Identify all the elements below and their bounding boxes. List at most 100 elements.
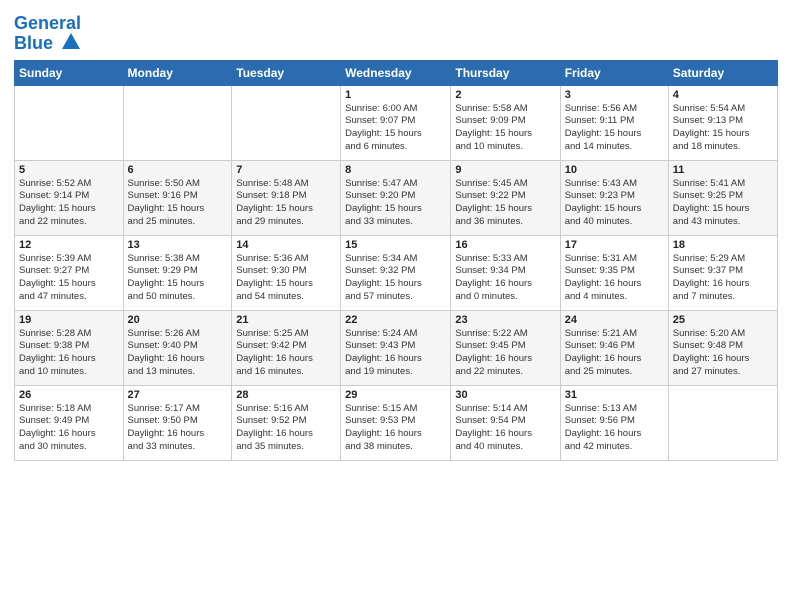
day-cell: [15, 85, 124, 160]
day-info: Sunrise: 5:14 AM Sunset: 9:54 PM Dayligh…: [455, 403, 555, 454]
day-cell: 9Sunrise: 5:45 AM Sunset: 9:22 PM Daylig…: [451, 160, 560, 235]
day-info: Sunrise: 5:18 AM Sunset: 9:49 PM Dayligh…: [19, 403, 119, 454]
day-info: Sunrise: 5:31 AM Sunset: 9:35 PM Dayligh…: [565, 253, 664, 304]
day-cell: 7 Sunrise: 5:48 AM Sunset: 9:18 PM Daylig…: [232, 160, 341, 235]
week-row-1: 5 Sunrise: 5:52 AM Sunset: 9:14 PM Daylig…: [15, 160, 778, 235]
day-info: Sunrise: 5:34 AM Sunset: 9:32 PM Dayligh…: [345, 253, 446, 304]
day-number: 31: [565, 389, 664, 401]
day-number: 20: [128, 314, 228, 326]
day-cell: 19 Sunrise: 5:28 AM Sunset: 9:38 PM Dayli…: [15, 310, 124, 385]
day-cell: 22 Sunrise: 5:24 AM Sunset: 9:43 PM Dayli…: [341, 310, 451, 385]
day-info: Sunrise: 5:36 AM Sunset: 9:30 PM Dayligh…: [236, 253, 336, 304]
day-number: 7: [236, 164, 336, 176]
day-number: 26: [19, 389, 119, 401]
day-number: 11: [673, 164, 773, 176]
day-info: Sunrise: 5:50 AM Sunset: 9:16 PM Dayligh…: [128, 178, 228, 229]
day-cell: 2Sunrise: 5:58 AM Sunset: 9:09 PM Daylig…: [451, 85, 560, 160]
day-number: 1: [345, 89, 446, 101]
day-cell: 5 Sunrise: 5:52 AM Sunset: 9:14 PM Daylig…: [15, 160, 124, 235]
day-info: Sunrise: 5:47 AM Sunset: 9:20 PM Dayligh…: [345, 178, 446, 229]
day-info: Sunrise: 5:29 AM Sunset: 9:37 PM Dayligh…: [673, 253, 773, 304]
day-cell: 6 Sunrise: 5:50 AM Sunset: 9:16 PM Daylig…: [123, 160, 232, 235]
day-info: Sunrise: 5:48 AM Sunset: 9:18 PM Dayligh…: [236, 178, 336, 229]
calendar-header-row: SundayMondayTuesdayWednesdayThursdayFrid…: [15, 60, 778, 85]
day-cell: 12 Sunrise: 5:39 AM Sunset: 9:27 PM Dayli…: [15, 235, 124, 310]
day-number: 30: [455, 389, 555, 401]
day-cell: 23 Sunrise: 5:22 AM Sunset: 9:45 PM Dayli…: [451, 310, 560, 385]
day-cell: 10 Sunrise: 5:43 AM Sunset: 9:23 PM Dayli…: [560, 160, 668, 235]
day-number: 18: [673, 239, 773, 251]
day-cell: 25Sunrise: 5:20 AM Sunset: 9:48 PM Dayli…: [668, 310, 777, 385]
day-cell: 28 Sunrise: 5:16 AM Sunset: 9:52 PM Dayli…: [232, 385, 341, 460]
day-info: Sunrise: 5:54 AM Sunset: 9:13 PM Dayligh…: [673, 103, 773, 154]
day-number: 4: [673, 89, 773, 101]
day-cell: 29Sunrise: 5:15 AM Sunset: 9:53 PM Dayli…: [341, 385, 451, 460]
header-sunday: Sunday: [15, 60, 124, 85]
day-number: 3: [565, 89, 664, 101]
day-number: 2: [455, 89, 555, 101]
day-info: Sunrise: 5:45 AM Sunset: 9:22 PM Dayligh…: [455, 178, 555, 229]
day-info: Sunrise: 5:21 AM Sunset: 9:46 PM Dayligh…: [565, 328, 664, 379]
day-number: 27: [128, 389, 228, 401]
day-cell: 17Sunrise: 5:31 AM Sunset: 9:35 PM Dayli…: [560, 235, 668, 310]
calendar-page: General Blue SundayMondayTuesdayWednesda…: [0, 0, 792, 612]
day-number: 19: [19, 314, 119, 326]
day-cell: 16 Sunrise: 5:33 AM Sunset: 9:34 PM Dayli…: [451, 235, 560, 310]
day-info: Sunrise: 6:00 AM Sunset: 9:07 PM Dayligh…: [345, 103, 446, 154]
header-thursday: Thursday: [451, 60, 560, 85]
day-number: 16: [455, 239, 555, 251]
day-cell: [232, 85, 341, 160]
day-info: Sunrise: 5:43 AM Sunset: 9:23 PM Dayligh…: [565, 178, 664, 229]
day-number: 23: [455, 314, 555, 326]
day-cell: 27 Sunrise: 5:17 AM Sunset: 9:50 PM Dayli…: [123, 385, 232, 460]
week-row-2: 12 Sunrise: 5:39 AM Sunset: 9:27 PM Dayli…: [15, 235, 778, 310]
week-row-4: 26 Sunrise: 5:18 AM Sunset: 9:49 PM Dayli…: [15, 385, 778, 460]
day-cell: 31Sunrise: 5:13 AM Sunset: 9:56 PM Dayli…: [560, 385, 668, 460]
day-info: Sunrise: 5:22 AM Sunset: 9:45 PM Dayligh…: [455, 328, 555, 379]
header-wednesday: Wednesday: [341, 60, 451, 85]
day-cell: 13Sunrise: 5:38 AM Sunset: 9:29 PM Dayli…: [123, 235, 232, 310]
day-number: 13: [128, 239, 228, 251]
day-info: Sunrise: 5:24 AM Sunset: 9:43 PM Dayligh…: [345, 328, 446, 379]
day-info: Sunrise: 5:20 AM Sunset: 9:48 PM Dayligh…: [673, 328, 773, 379]
logo: General Blue: [14, 14, 82, 54]
day-number: 6: [128, 164, 228, 176]
day-cell: 3 Sunrise: 5:56 AM Sunset: 9:11 PM Daylig…: [560, 85, 668, 160]
day-cell: 18 Sunrise: 5:29 AM Sunset: 9:37 PM Dayli…: [668, 235, 777, 310]
day-info: Sunrise: 5:28 AM Sunset: 9:38 PM Dayligh…: [19, 328, 119, 379]
day-number: 12: [19, 239, 119, 251]
day-cell: 8 Sunrise: 5:47 AM Sunset: 9:20 PM Daylig…: [341, 160, 451, 235]
day-info: Sunrise: 5:56 AM Sunset: 9:11 PM Dayligh…: [565, 103, 664, 154]
header-tuesday: Tuesday: [232, 60, 341, 85]
day-number: 8: [345, 164, 446, 176]
day-cell: 14 Sunrise: 5:36 AM Sunset: 9:30 PM Dayli…: [232, 235, 341, 310]
header: General Blue: [14, 10, 778, 54]
calendar-table: SundayMondayTuesdayWednesdayThursdayFrid…: [14, 60, 778, 461]
day-info: Sunrise: 5:26 AM Sunset: 9:40 PM Dayligh…: [128, 328, 228, 379]
header-monday: Monday: [123, 60, 232, 85]
day-cell: [668, 385, 777, 460]
day-number: 5: [19, 164, 119, 176]
day-cell: 20 Sunrise: 5:26 AM Sunset: 9:40 PM Dayli…: [123, 310, 232, 385]
day-info: Sunrise: 5:41 AM Sunset: 9:25 PM Dayligh…: [673, 178, 773, 229]
day-cell: 26 Sunrise: 5:18 AM Sunset: 9:49 PM Dayli…: [15, 385, 124, 460]
day-cell: 15Sunrise: 5:34 AM Sunset: 9:32 PM Dayli…: [341, 235, 451, 310]
day-info: Sunrise: 5:25 AM Sunset: 9:42 PM Dayligh…: [236, 328, 336, 379]
day-number: 21: [236, 314, 336, 326]
day-cell: 1 Sunrise: 6:00 AM Sunset: 9:07 PM Daylig…: [341, 85, 451, 160]
day-info: Sunrise: 5:17 AM Sunset: 9:50 PM Dayligh…: [128, 403, 228, 454]
day-number: 10: [565, 164, 664, 176]
day-cell: 30 Sunrise: 5:14 AM Sunset: 9:54 PM Dayli…: [451, 385, 560, 460]
header-friday: Friday: [560, 60, 668, 85]
day-cell: 4 Sunrise: 5:54 AM Sunset: 9:13 PM Daylig…: [668, 85, 777, 160]
day-info: Sunrise: 5:33 AM Sunset: 9:34 PM Dayligh…: [455, 253, 555, 304]
day-info: Sunrise: 5:39 AM Sunset: 9:27 PM Dayligh…: [19, 253, 119, 304]
day-number: 22: [345, 314, 446, 326]
day-info: Sunrise: 5:15 AM Sunset: 9:53 PM Dayligh…: [345, 403, 446, 454]
day-cell: 11 Sunrise: 5:41 AM Sunset: 9:25 PM Dayli…: [668, 160, 777, 235]
day-info: Sunrise: 5:52 AM Sunset: 9:14 PM Dayligh…: [19, 178, 119, 229]
day-number: 14: [236, 239, 336, 251]
day-number: 28: [236, 389, 336, 401]
day-number: 24: [565, 314, 664, 326]
day-info: Sunrise: 5:16 AM Sunset: 9:52 PM Dayligh…: [236, 403, 336, 454]
